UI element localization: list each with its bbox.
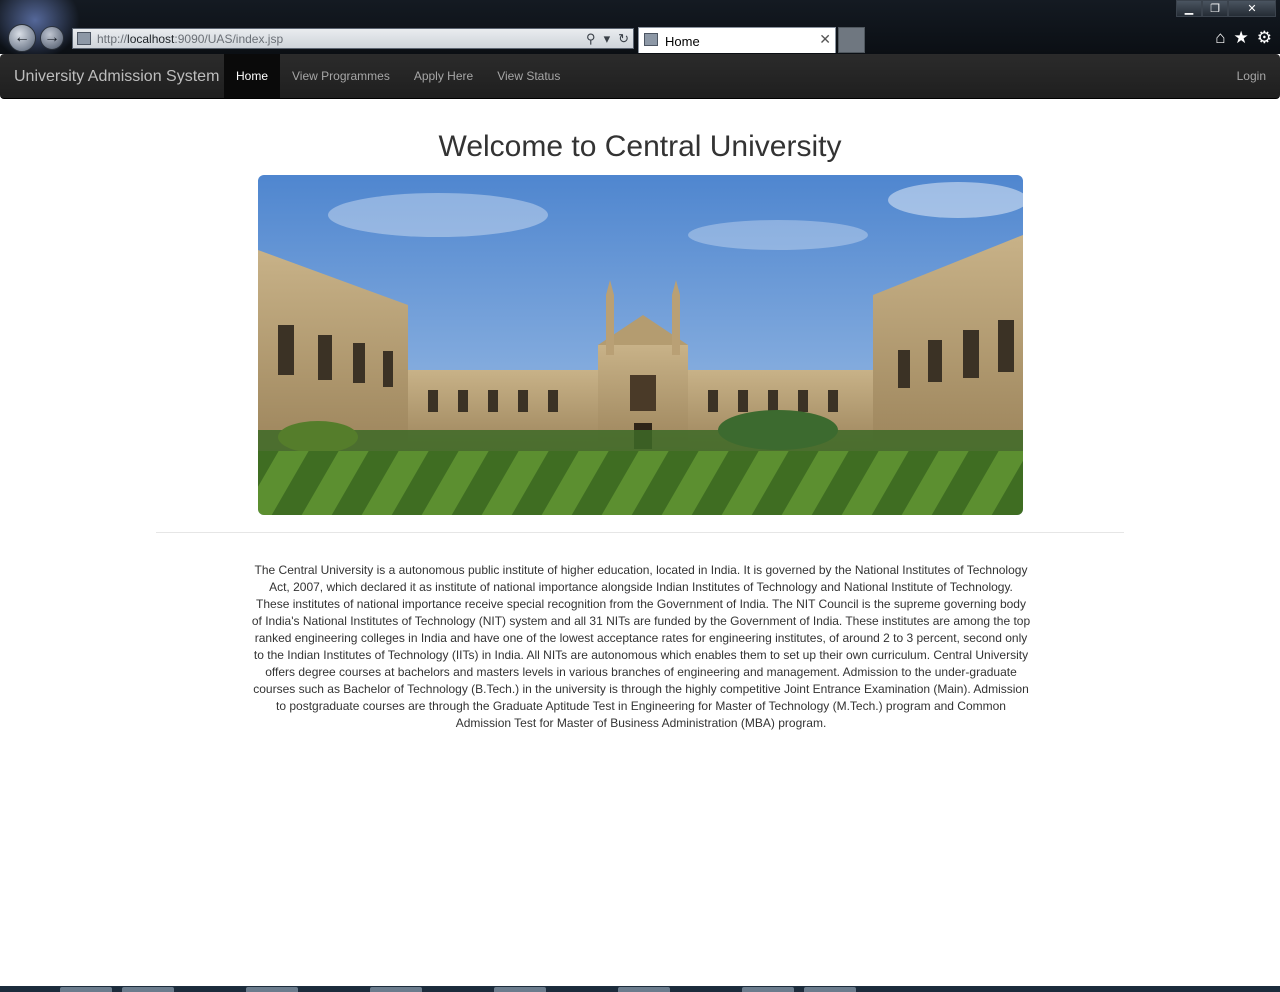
taskbar-item[interactable] [60, 987, 112, 992]
home-icon[interactable]: ⌂ [1215, 28, 1225, 48]
browser-chrome: ← → http://localhost:9090/UAS/index.jsp … [0, 0, 1280, 54]
brand-title[interactable]: University Admission System [14, 68, 219, 86]
nav-links: Home View Programmes Apply Here View Sta… [224, 54, 572, 98]
nav-view-status[interactable]: View Status [485, 54, 572, 98]
divider [156, 532, 1124, 533]
minimize-button[interactable]: ▁ [1176, 0, 1202, 17]
window-controls: ▁ ❐ ✕ [1176, 0, 1276, 17]
taskbar-item[interactable] [742, 987, 794, 992]
url-path: :9090/UAS/index.jsp [174, 32, 284, 46]
nav-home[interactable]: Home [224, 54, 281, 98]
forward-arrow-icon: → [44, 29, 60, 46]
tab-label: Home [665, 34, 700, 49]
dropdown-icon[interactable]: ▾ [604, 31, 611, 47]
taskbar-item[interactable] [494, 987, 546, 992]
settings-gear-icon[interactable]: ⚙ [1257, 28, 1272, 48]
address-tools: ⚲ ▾ ↻ [586, 31, 629, 47]
nav-view-programmes[interactable]: View Programmes [280, 54, 402, 98]
tab-close-icon[interactable]: ✕ [819, 31, 831, 48]
page-title: Welcome to Central University [438, 130, 842, 163]
taskbar-item[interactable] [804, 987, 856, 992]
forward-button[interactable]: → [40, 26, 64, 50]
browser-toolbar-right: ⌂ ★ ⚙ [1215, 28, 1272, 48]
taskbar-item[interactable] [246, 987, 298, 992]
taskbar-item[interactable] [122, 987, 174, 992]
page-icon [77, 32, 91, 45]
search-icon[interactable]: ⚲ [586, 31, 596, 47]
refresh-icon[interactable]: ↻ [618, 31, 629, 47]
back-button[interactable]: ← [8, 24, 36, 52]
close-window-button[interactable]: ✕ [1228, 0, 1276, 17]
campus-image [258, 175, 1023, 515]
login-link[interactable]: Login [1237, 54, 1266, 98]
url-protocol: http:// [97, 32, 128, 46]
back-arrow-icon: ← [14, 29, 30, 46]
new-tab-button[interactable] [838, 27, 865, 53]
taskbar-item[interactable] [618, 987, 670, 992]
restore-button[interactable]: ❐ [1202, 0, 1228, 17]
address-bar[interactable]: http://localhost:9090/UAS/index.jsp ⚲ ▾ … [72, 28, 634, 49]
nav-apply-here[interactable]: Apply Here [402, 54, 485, 98]
tab-home[interactable]: Home ✕ [638, 27, 836, 53]
taskbar-item[interactable] [370, 987, 422, 992]
tab-page-icon [644, 33, 658, 46]
favorites-star-icon[interactable]: ★ [1234, 28, 1249, 48]
os-taskbar [0, 986, 1280, 992]
url-host: localhost [127, 32, 175, 46]
intro-paragraph: The Central University is a autonomous p… [251, 563, 1031, 730]
site-navbar: University Admission System Home View Pr… [0, 54, 1280, 99]
url-text[interactable]: http://localhost:9090/UAS/index.jsp [97, 32, 283, 46]
